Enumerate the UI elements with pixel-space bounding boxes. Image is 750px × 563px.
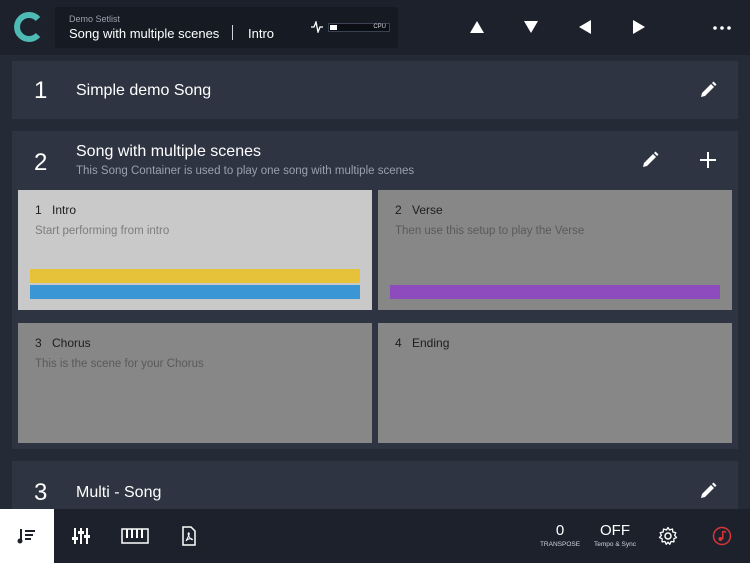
transpose-label: TRANSPOSE <box>539 541 581 548</box>
scene-tile-intro[interactable]: 1 Intro Start performing from intro <box>18 190 372 310</box>
add-scene-icon[interactable] <box>698 150 718 170</box>
transpose-value: 0 <box>555 522 565 539</box>
setlist-icon <box>17 529 35 544</box>
more-icon[interactable] <box>712 24 732 32</box>
app-logo[interactable] <box>12 10 44 44</box>
tempo-value: OFF <box>600 522 630 539</box>
song-number: 1 <box>34 77 48 104</box>
top-bar: Demo Setlist Song with multiple scenes I… <box>0 0 750 55</box>
setlist-name: Demo Setlist <box>69 14 121 24</box>
scene-title: Chorus <box>52 336 91 350</box>
transpose-control[interactable]: 0 TRANSPOSE <box>533 522 587 550</box>
tempo-label: Tempo & Sync <box>594 541 636 548</box>
tab-pdf[interactable] <box>162 509 216 563</box>
mixer-icon <box>72 528 90 544</box>
scene-description: Then use this setup to play the Verse <box>395 225 585 237</box>
scene-tile-ending[interactable]: 4 Ending <box>378 323 732 443</box>
arrow-up-icon[interactable] <box>467 17 487 37</box>
scene-description: Start performing from intro <box>35 225 170 237</box>
current-scene-name: Intro <box>248 26 275 41</box>
scene-color-bar <box>30 285 360 299</box>
song-card-3[interactable]: 3 Multi - Song <box>12 461 738 509</box>
current-song-name: Song with multiple scenes <box>69 26 220 41</box>
scene-number: 3 <box>35 336 42 350</box>
scene-tile-verse[interactable]: 2 Verse Then use this setup to play the … <box>378 190 732 310</box>
song-card-1[interactable]: 1 Simple demo Song <box>12 61 738 119</box>
scene-title: Intro <box>52 203 77 217</box>
scene-description: This is the scene for your Chorus <box>35 358 204 370</box>
song-card-2[interactable]: 2 Song with multiple scenes This Song Co… <box>12 131 738 449</box>
scene-number: 2 <box>395 203 402 217</box>
song-title: Simple demo Song <box>76 82 212 99</box>
keyboard-icon <box>121 528 149 544</box>
edit-pencil-icon[interactable] <box>698 80 718 100</box>
scene-title: Ending <box>412 336 450 350</box>
cpu-fill <box>330 25 337 30</box>
tab-setlist[interactable] <box>0 509 54 563</box>
settings-gear-icon[interactable] <box>658 526 678 546</box>
scene-number: 1 <box>35 203 42 217</box>
separator <box>232 25 233 40</box>
tempo-sync-control[interactable]: OFF Tempo & Sync <box>589 522 641 550</box>
now-playing-box[interactable]: Demo Setlist Song with multiple scenes I… <box>55 7 398 48</box>
arrow-right-icon[interactable] <box>629 17 649 37</box>
tab-mixer[interactable] <box>54 509 108 563</box>
tab-keyboard[interactable] <box>108 509 162 563</box>
cpu-meter: CPU <box>328 23 390 32</box>
edit-pencil-icon[interactable] <box>698 481 718 501</box>
activity-icon <box>311 21 323 33</box>
scene-tile-chorus[interactable]: 3 Chorus This is the scene for your Chor… <box>18 323 372 443</box>
arrow-left-icon[interactable] <box>575 17 595 37</box>
scene-color-bar <box>390 285 720 299</box>
edit-pencil-icon[interactable] <box>640 150 660 170</box>
scene-number: 4 <box>395 336 402 350</box>
bottom-bar: 0 TRANSPOSE OFF Tempo & Sync <box>0 509 750 563</box>
song-description: This Song Container is used to play one … <box>76 165 415 177</box>
song-title: Multi - Song <box>76 484 162 501</box>
record-music-icon[interactable] <box>712 526 732 546</box>
song-number: 2 <box>34 149 48 176</box>
scene-title: Verse <box>412 203 443 217</box>
song-title: Song with multiple scenes <box>76 143 261 160</box>
cpu-label: CPU <box>373 24 386 30</box>
song-number: 3 <box>34 479 48 506</box>
pdf-icon <box>182 526 196 546</box>
arrow-down-icon[interactable] <box>521 17 541 37</box>
scene-color-bar <box>30 269 360 283</box>
